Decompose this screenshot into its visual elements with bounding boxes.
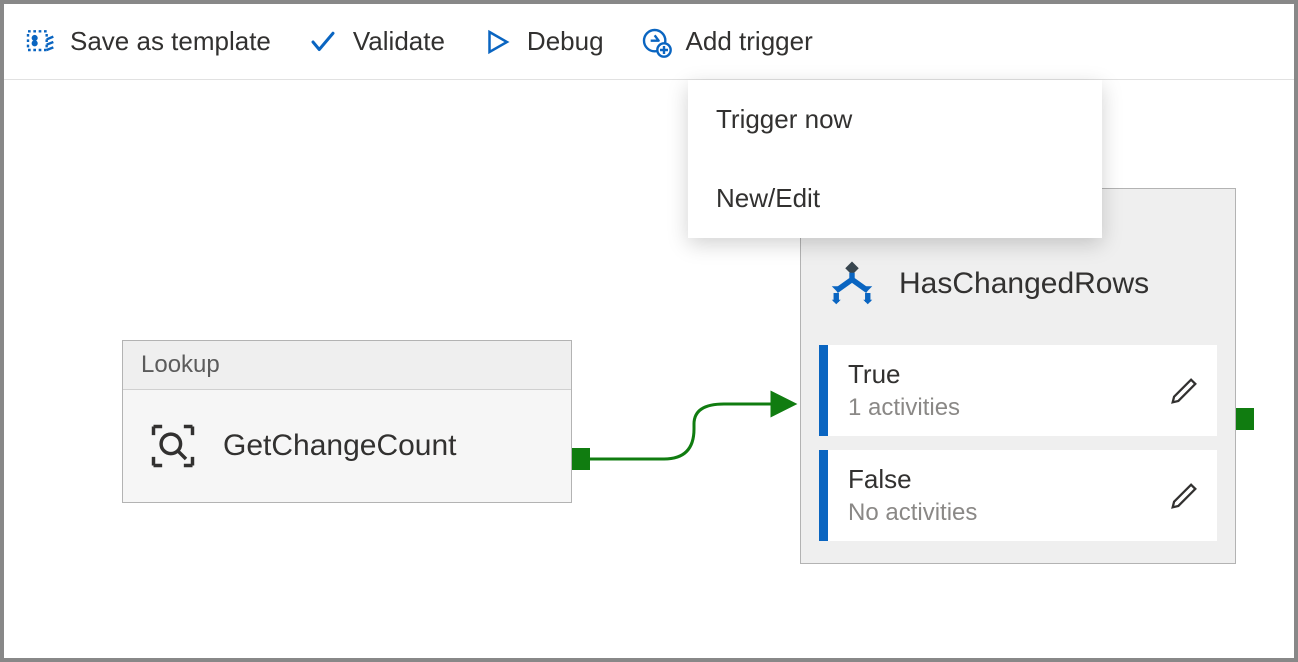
lookup-activity-name: GetChangeCount [223, 429, 457, 463]
trigger-now-item[interactable]: Trigger now [688, 80, 1102, 159]
lookup-icon [147, 420, 199, 472]
add-trigger-label: Add trigger [686, 26, 813, 57]
if-success-handle[interactable] [1236, 408, 1254, 430]
true-branch-count: 1 activities [848, 394, 1167, 422]
false-branch[interactable]: False No activities [819, 450, 1217, 541]
validate-label: Validate [353, 26, 445, 57]
edit-true-branch-button[interactable] [1167, 374, 1201, 408]
false-branch-label: False [848, 464, 1167, 495]
false-branch-count: No activities [848, 499, 1167, 527]
true-branch[interactable]: True 1 activities [819, 345, 1217, 436]
debug-button[interactable]: Debug [481, 26, 604, 58]
if-condition-icon [825, 257, 879, 311]
true-branch-label: True [848, 359, 1167, 390]
trigger-icon [640, 26, 672, 58]
template-icon [24, 26, 56, 58]
trigger-dropdown: Trigger now New/Edit [688, 80, 1102, 238]
validate-button[interactable]: Validate [307, 26, 445, 58]
lookup-success-handle[interactable] [572, 448, 590, 470]
check-icon [307, 26, 339, 58]
lookup-type-label: Lookup [123, 341, 571, 390]
add-trigger-button[interactable]: Add trigger [640, 26, 813, 58]
toolbar: Save as template Validate Debug Add trig… [4, 4, 1294, 80]
save-template-label: Save as template [70, 26, 271, 57]
trigger-new-edit-item[interactable]: New/Edit [688, 159, 1102, 238]
play-icon [481, 26, 513, 58]
lookup-activity-node[interactable]: Lookup GetChangeCount [122, 340, 572, 503]
if-condition-node[interactable]: If Condition HasChangedRows True 1 activ… [800, 188, 1236, 564]
save-template-button[interactable]: Save as template [24, 26, 271, 58]
edit-false-branch-button[interactable] [1167, 479, 1201, 513]
debug-label: Debug [527, 26, 604, 57]
if-condition-name: HasChangedRows [899, 267, 1149, 301]
